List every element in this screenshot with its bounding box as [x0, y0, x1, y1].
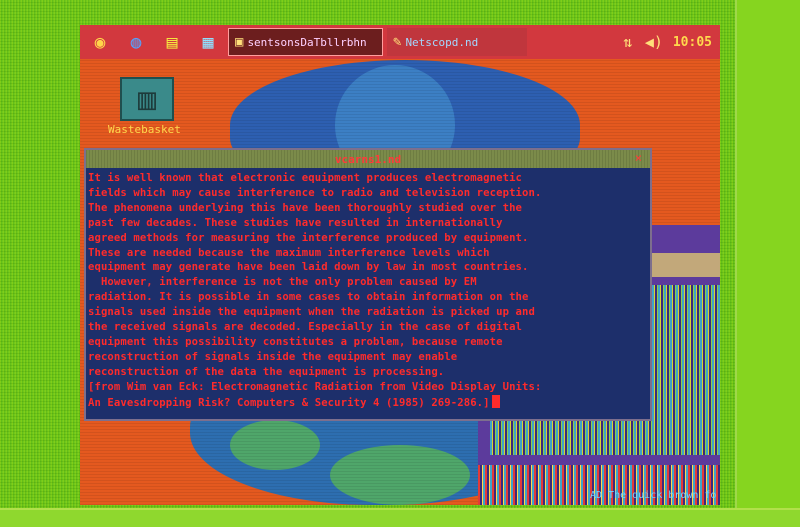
text-line: radiation. It is possible in some cases … [88, 291, 529, 304]
background-window-status: AD The quick brown fo [590, 490, 717, 501]
system-tray: ⇅ ◀) 10:05 [615, 33, 720, 51]
calendar-icon[interactable]: ▦ [192, 28, 224, 56]
globe-icon[interactable]: ◍ [120, 28, 152, 56]
monitor-bezel-right [735, 0, 800, 525]
wallpaper-leaf-shape [230, 420, 320, 470]
network-icon[interactable]: ⇅ [615, 33, 641, 51]
text-line: signals used inside the equipment when t… [88, 306, 535, 319]
taskbar-button-terminal[interactable]: ▣ sentsonsDaTbllrbhn [228, 28, 383, 56]
top-panel: ◉ ◍ ▤ ▦ ▣ sentsonsDaTbllrbhn ✎ Netscopd.… [80, 25, 720, 59]
text-line: The phenomena underlying this have been … [88, 201, 523, 214]
trash-icon[interactable]: ▥ [120, 77, 174, 121]
editor-icon: ✎ [393, 34, 402, 50]
text-line: fields which may cause interference to r… [88, 186, 542, 199]
text-line: reconstruction of the data the equipment… [88, 365, 445, 378]
text-line: However, interference is not the only pr… [88, 276, 477, 289]
text-editor-window[interactable]: vcarns1.nd × It is well known that elect… [84, 148, 652, 421]
close-icon[interactable]: × [635, 151, 642, 165]
text-line: equipment this possibility constitutes a… [88, 335, 503, 348]
text-line: past few decades. These studies have res… [88, 216, 503, 229]
text-line: [from Wim van Eck: Electromagnetic Radia… [88, 380, 542, 393]
file-manager-icon[interactable]: ▤ [156, 28, 188, 56]
text-cursor [491, 394, 500, 408]
text-line: equipment may generate have been laid do… [88, 261, 529, 274]
window-title: vcarns1.nd [334, 152, 402, 166]
window-titlebar[interactable]: vcarns1.nd × [86, 150, 650, 168]
firefox-icon[interactable]: ◉ [84, 28, 116, 56]
taskbar-button-label: Netscopd.nd [405, 35, 479, 49]
text-line: the received signals are decoded. Especi… [88, 321, 523, 334]
volume-icon[interactable]: ◀) [641, 33, 667, 51]
text-line: reconstruction of signals inside the equ… [88, 350, 458, 363]
taskbar-button-editor[interactable]: ✎ Netscopd.nd [387, 28, 527, 56]
monitor-bezel-bottom [0, 508, 800, 527]
clock[interactable]: 10:05 [673, 35, 712, 50]
wallpaper-leaf-shape [330, 445, 470, 505]
terminal-icon: ▣ [235, 34, 244, 50]
text-line: An Eavesdropping Risk? Computers & Secur… [88, 396, 490, 409]
text-line: agreed methods for measuring the interfe… [88, 231, 529, 244]
text-line: It is well known that electronic equipme… [88, 172, 523, 184]
text-line: These are needed because the maximum int… [88, 246, 490, 259]
desktop-screen: ◉ ◍ ▤ ▦ ▣ sentsonsDaTbllrbhn ✎ Netscopd.… [80, 25, 720, 505]
editor-text-area[interactable]: It is well known that electronic equipme… [86, 168, 650, 411]
desktop-icon-label[interactable]: Wastebasket [108, 123, 181, 136]
taskbar-button-label: sentsonsDaTbllrbhn [247, 35, 367, 49]
